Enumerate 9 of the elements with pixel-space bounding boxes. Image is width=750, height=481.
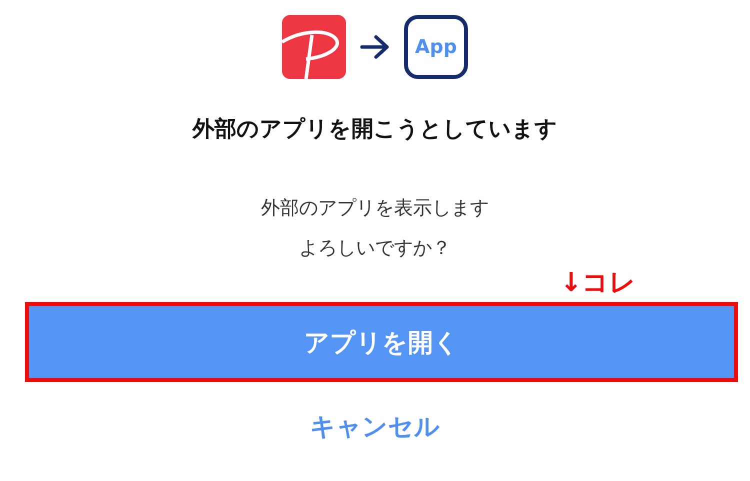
message-text: 外部のアプリを表示します — [260, 196, 490, 221]
open-app-button[interactable]: アプリを開く — [29, 306, 734, 378]
app-logo-icon — [282, 15, 346, 79]
arrow-right-icon — [360, 34, 390, 60]
message-text: よろしいですか？ — [298, 236, 452, 261]
dialog-title: 外部のアプリを開こうとしています — [191, 116, 558, 144]
annotation-text: ↓コレ — [560, 267, 636, 300]
app-label: App — [415, 36, 457, 58]
cancel-button[interactable]: キャンセル — [310, 410, 440, 443]
